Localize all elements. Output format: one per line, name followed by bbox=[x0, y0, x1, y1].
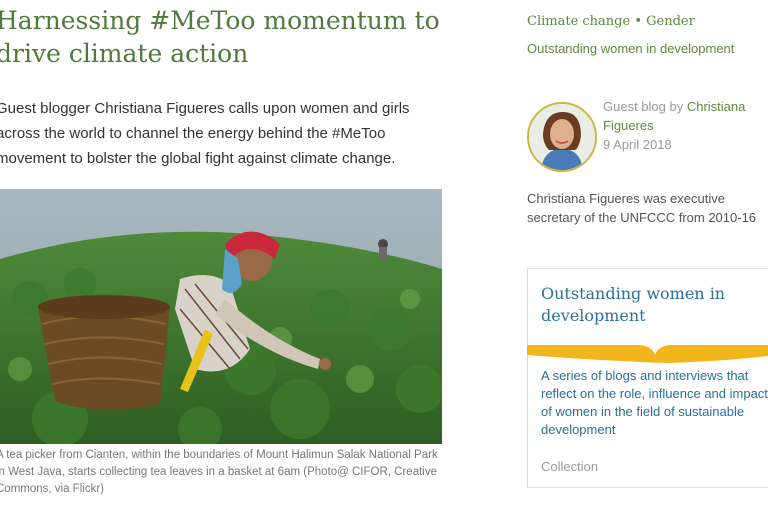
publish-date: 9 April 2018 bbox=[603, 137, 672, 152]
tea-picker-image bbox=[0, 189, 442, 444]
article-photo bbox=[0, 189, 442, 444]
author-bio: Christiana Figueres was executive secret… bbox=[527, 191, 757, 225]
card-description[interactable]: A series of blogs and interviews that re… bbox=[541, 367, 768, 439]
card-accent-band bbox=[527, 345, 768, 363]
byline-prefix: Guest blog by bbox=[603, 99, 684, 114]
tag-separator: • bbox=[634, 14, 642, 29]
tag-gender[interactable]: Gender bbox=[646, 14, 695, 29]
author-photo bbox=[529, 104, 595, 170]
article-title: Harnessing #MeToo momentum to drive clim… bbox=[0, 6, 440, 68]
photo-caption: A tea picker from Cianten, within the bo… bbox=[0, 449, 438, 495]
card-type-label: Collection bbox=[541, 459, 599, 474]
author-meta: Guest blog by Christiana Figueres 9 Apri… bbox=[603, 97, 763, 154]
collection-card[interactable]: Outstanding women in development A serie… bbox=[527, 268, 768, 488]
series-link[interactable]: Outstanding women in development bbox=[527, 41, 734, 56]
card-title[interactable]: Outstanding women in development bbox=[541, 283, 761, 327]
topic-tags: Climate change • Gender bbox=[527, 14, 695, 29]
article-lead: Guest blogger Christiana Figueres calls … bbox=[0, 100, 410, 167]
author-avatar[interactable] bbox=[527, 102, 597, 172]
tag-climate-change[interactable]: Climate change bbox=[527, 14, 630, 29]
